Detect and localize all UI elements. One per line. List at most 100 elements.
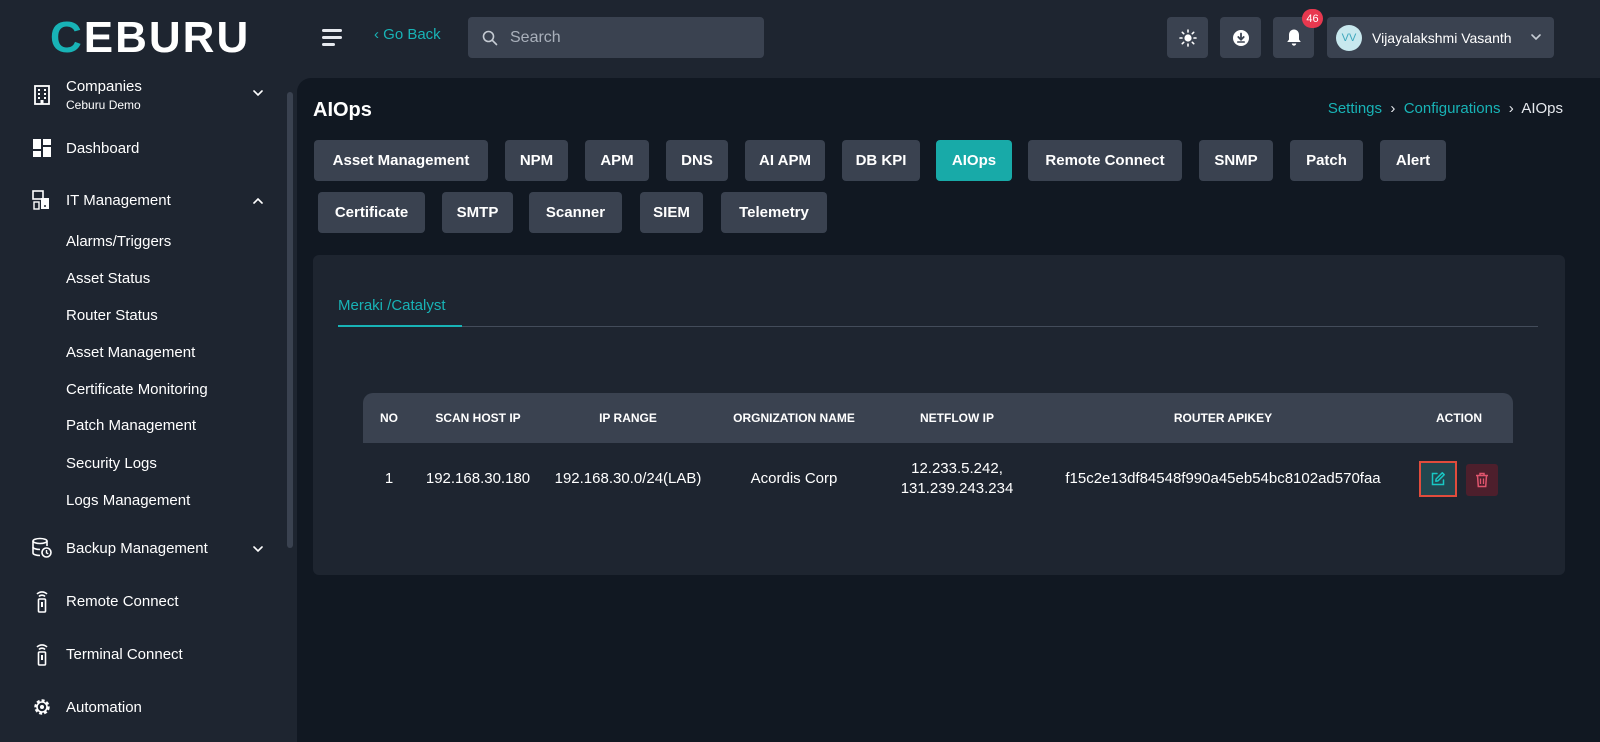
breadcrumb-current: AIOps	[1521, 100, 1563, 117]
sidebar-item-terminal-connect[interactable]: Terminal Connect	[30, 642, 183, 666]
column-header-org-name: ORGNIZATION NAME	[733, 411, 855, 425]
cell-no: 1	[384, 470, 394, 487]
tab-aiops[interactable]: AIOps	[936, 140, 1012, 181]
dashboard-icon	[30, 136, 54, 160]
tab-alert[interactable]: Alert	[1380, 140, 1446, 181]
sidebar-item-asset-management[interactable]: Asset Management	[66, 344, 195, 361]
go-back-link[interactable]: ‹ Go Back	[374, 26, 441, 43]
column-header-action: ACTION	[1436, 411, 1482, 425]
search-input[interactable]	[510, 28, 750, 47]
tab-remote-connect[interactable]: Remote Connect	[1028, 140, 1182, 181]
gear-icon	[30, 695, 54, 719]
sidebar-item-asset-status[interactable]: Asset Status	[66, 270, 150, 287]
sidebar-item-companies[interactable]: Companies Ceburu Demo	[30, 78, 142, 112]
sidebar-item-automation[interactable]: Automation	[30, 695, 142, 719]
chevron-down-icon[interactable]	[252, 543, 264, 555]
sidebar-item-patch-management[interactable]: Patch Management	[66, 417, 196, 434]
sidebar-item-security-logs[interactable]: Security Logs	[66, 455, 157, 472]
user-name: Vijayalakshmi Vasanth	[1372, 29, 1512, 46]
remote-connect-label: Remote Connect	[66, 592, 179, 610]
table-header: NO SCAN HOST IP IP RANGE ORGNIZATION NAM…	[363, 393, 1513, 443]
bell-icon	[1286, 29, 1301, 46]
page-title: AIOps	[313, 99, 372, 121]
tab-siem[interactable]: SIEM	[640, 192, 703, 233]
breadcrumb-separator: ›	[1386, 100, 1400, 117]
column-header-ip-range: IP RANGE	[599, 411, 657, 425]
breadcrumb-configurations[interactable]: Configurations	[1404, 100, 1501, 117]
tab-meraki-catalyst[interactable]: Meraki /Catalyst	[338, 297, 446, 314]
tab-apm[interactable]: APM	[585, 140, 649, 181]
chevron-up-icon[interactable]	[252, 195, 264, 207]
menu-toggle-icon[interactable]	[322, 27, 344, 47]
sidebar-item-alarms-triggers[interactable]: Alarms/Triggers	[66, 233, 171, 250]
sidebar-scrollbar[interactable]	[287, 92, 293, 548]
sidebar-item-backup-management[interactable]: Backup Management	[30, 536, 208, 560]
subtab-divider	[338, 326, 1538, 327]
search-icon	[482, 30, 498, 45]
sun-icon	[1178, 28, 1197, 47]
it-management-icon	[30, 188, 54, 212]
breadcrumb: Settings › Configurations › AIOps	[1328, 100, 1563, 117]
building-icon	[30, 83, 54, 107]
sidebar-item-certificate-monitoring[interactable]: Certificate Monitoring	[66, 381, 208, 398]
tab-db-kpi[interactable]: DB KPI	[842, 140, 920, 181]
delete-button[interactable]	[1466, 464, 1498, 496]
main-content: AIOps Settings › Configurations › AIOps …	[297, 78, 1600, 742]
tab-ai-apm[interactable]: AI APM	[745, 140, 825, 181]
chevron-down-icon	[1531, 34, 1541, 41]
sidebar-item-router-status[interactable]: Router Status	[66, 307, 158, 324]
database-backup-icon	[30, 536, 54, 560]
download-icon	[1232, 29, 1249, 46]
user-menu[interactable]: VV Vijayalakshmi Vasanth	[1327, 17, 1554, 58]
tab-asset-management[interactable]: Asset Management	[314, 140, 488, 181]
sidebar: Companies Ceburu Demo Dashboard IT Manag…	[0, 78, 297, 742]
dashboard-label: Dashboard	[66, 139, 140, 157]
it-management-label: IT Management	[66, 191, 171, 209]
tab-telemetry[interactable]: Telemetry	[721, 192, 827, 233]
netflow-ip-2: 131.239.243.234	[900, 480, 1014, 497]
table-row: 1 192.168.30.180 192.168.30.0/24(LAB) Ac…	[363, 443, 1513, 515]
column-header-router-apikey: ROUTER APIKEY	[1173, 411, 1273, 425]
subtab-active-indicator	[338, 325, 462, 327]
edit-button[interactable]	[1419, 461, 1457, 497]
companies-value: Ceburu Demo	[66, 98, 141, 112]
config-card: Meraki /Catalyst NO SCAN HOST IP IP RANG…	[313, 255, 1565, 575]
column-header-netflow-ip: NETFLOW IP	[920, 411, 994, 425]
cell-router-apikey: f15c2e13df84548f990a45eb54bc8102ad570faa	[1065, 470, 1381, 487]
terminal-connect-label: Terminal Connect	[66, 645, 183, 663]
edit-icon	[1431, 472, 1445, 486]
tab-certificate[interactable]: Certificate	[318, 192, 425, 233]
backup-management-label: Backup Management	[66, 539, 208, 557]
remote-icon	[30, 642, 54, 666]
breadcrumb-separator: ›	[1504, 100, 1518, 117]
download-button[interactable]	[1220, 17, 1261, 58]
netflow-ip-1: 12.233.5.242,	[911, 460, 1003, 477]
ceburu-logo[interactable]: CEBURU	[50, 14, 250, 62]
theme-toggle-button[interactable]	[1167, 17, 1208, 58]
tab-dns[interactable]: DNS	[666, 140, 728, 181]
tab-scanner[interactable]: Scanner	[529, 192, 622, 233]
breadcrumb-settings[interactable]: Settings	[1328, 100, 1382, 117]
config-table: NO SCAN HOST IP IP RANGE ORGNIZATION NAM…	[363, 393, 1513, 515]
cell-netflow-ip: 12.233.5.242, 131.239.243.234	[893, 443, 1021, 515]
sidebar-item-logs-management[interactable]: Logs Management	[66, 492, 190, 509]
sidebar-item-remote-connect[interactable]: Remote Connect	[30, 589, 179, 613]
trash-icon	[1476, 472, 1488, 488]
cell-scan-host-ip: 192.168.30.180	[425, 470, 531, 487]
sidebar-item-it-management[interactable]: IT Management	[30, 188, 171, 212]
tab-snmp[interactable]: SNMP	[1199, 140, 1273, 181]
column-header-no: NO	[380, 411, 398, 425]
sidebar-item-dashboard[interactable]: Dashboard	[30, 136, 139, 160]
top-header: CEBURU ‹ Go Back Search 46 VV Vijayalaks…	[0, 0, 1600, 78]
search-box[interactable]	[468, 17, 764, 58]
tab-npm[interactable]: NPM	[505, 140, 568, 181]
column-header-scan-host-ip: SCAN HOST IP	[435, 411, 521, 425]
tab-smtp[interactable]: SMTP	[442, 192, 513, 233]
chevron-down-icon[interactable]	[252, 87, 264, 99]
cell-ip-range: 192.168.30.0/24(LAB)	[554, 470, 702, 487]
companies-label: Companies	[66, 78, 142, 95]
remote-icon	[30, 589, 54, 613]
cell-org-name: Acordis Corp	[750, 470, 838, 487]
automation-label: Automation	[66, 698, 142, 716]
tab-patch[interactable]: Patch	[1290, 140, 1363, 181]
